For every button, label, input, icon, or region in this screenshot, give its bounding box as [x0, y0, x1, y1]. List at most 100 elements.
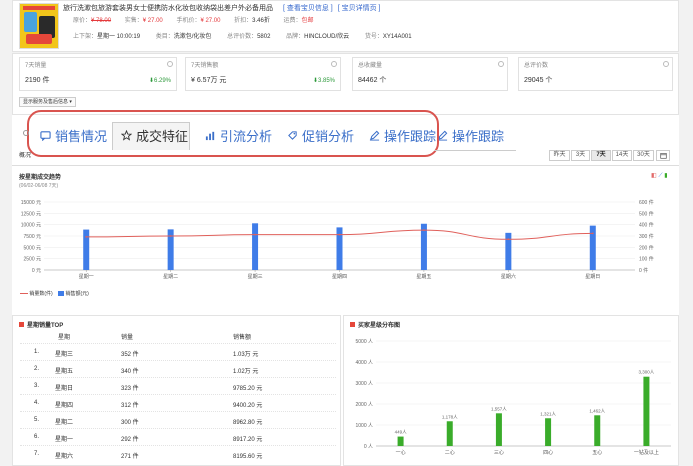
day-cell: 星期六 — [55, 454, 74, 460]
top-table-headers: 星期 销量 销售额 — [20, 330, 336, 342]
column-header-day: 星期 — [58, 335, 71, 341]
chart-zoom-icon[interactable]: ◧ — [651, 173, 657, 179]
refresh-icon[interactable] — [23, 130, 29, 136]
stat-card-change: ⬇6.29% — [148, 78, 171, 84]
amount-cell: 8962.80 元 — [233, 420, 263, 426]
info-icon[interactable] — [498, 61, 504, 67]
stat-card-value: 29045 个 — [524, 77, 553, 84]
range-14-days[interactable]: 14天 — [612, 150, 632, 161]
calendar-icon — [659, 153, 667, 159]
info-icon[interactable] — [663, 61, 669, 67]
table-row[interactable]: 4. 星期四 312 件 9400.20 元 — [20, 394, 336, 411]
service-info-button[interactable]: 显示服务及售后信息 ▾ — [19, 97, 76, 107]
listed-label: 上下架： — [73, 34, 98, 40]
chart-tools[interactable]: ◧ ⟋ ▮ — [651, 172, 668, 180]
range-7-days[interactable]: 7天 — [591, 150, 611, 161]
rank-cell: 4. — [34, 400, 40, 406]
y-tick-label-right: 400 件 — [639, 222, 654, 229]
star-bar — [495, 413, 502, 446]
rank-cell: 7. — [34, 451, 40, 457]
y-tick-label: 5000 人 — [355, 339, 373, 345]
star-bar — [397, 436, 404, 446]
product-title[interactable]: 旅行洗漱包旅游套装男女士便携防水化妆包收纳袋出差户外必备用品 — [63, 5, 273, 12]
paid-price: ¥ 27.00 — [142, 18, 163, 24]
y-tick-label-right: 300 件 — [639, 233, 654, 240]
table-row[interactable]: 6. 星期一 292 件 8917.20 元 — [20, 428, 336, 445]
category-label: 类目： — [155, 34, 174, 40]
table-row[interactable]: 2. 星期五 340 件 1.02万 元 — [20, 360, 336, 377]
day-cell: 星期五 — [55, 369, 74, 375]
volume-cell: 323 件 — [121, 386, 139, 392]
data-label: 1,178人 — [442, 414, 458, 419]
x-tick-label: 星期四 — [332, 274, 347, 280]
info-icon[interactable] — [331, 61, 337, 67]
data-label: 449人 — [395, 430, 408, 435]
tab-highlight-outline — [27, 110, 439, 157]
chart-line-icon[interactable]: ⟋ — [658, 173, 662, 179]
discount-value: 3.46折 — [252, 18, 270, 24]
legend-amount-label[interactable]: 销售额(元) — [66, 291, 89, 297]
x-tick-label: 五心 — [592, 449, 602, 456]
rank-cell: 5. — [34, 417, 40, 423]
sku-value: XY14A001 — [382, 34, 412, 40]
star-bar — [594, 415, 601, 446]
y-tick-label-right: 0 件 — [639, 267, 648, 274]
product-thumbnail[interactable] — [19, 3, 59, 49]
table-row[interactable]: 1. 星期三 352 件 1.03万 元 — [20, 343, 336, 360]
stat-card-title: 7天销量 — [25, 63, 47, 69]
stat-card-title: 总收藏量 — [358, 63, 383, 69]
trend-bar — [589, 225, 596, 270]
category-value: 洗漱包/化妆包 — [173, 34, 212, 40]
x-tick-label: 四心 — [543, 449, 553, 456]
legend-bar-marker — [58, 291, 65, 297]
trend-chart-subtitle: (06/02-06/08 7天) — [19, 183, 59, 189]
overview-label: 概况 — [19, 153, 32, 159]
y-tick-label: 3000 人 — [355, 381, 373, 387]
y-tick-label-left: 0 元 — [32, 268, 41, 274]
chart-bar-icon[interactable]: ▮ — [664, 173, 667, 179]
data-label: 3,300人 — [639, 370, 655, 375]
info-icon[interactable] — [167, 61, 173, 67]
amount-cell: 9785.20 元 — [233, 386, 263, 392]
stat-card-favorites: 总收藏量 84462 个 — [352, 57, 508, 91]
rank-cell: 2. — [34, 366, 40, 372]
volume-cell: 300 件 — [121, 420, 139, 426]
legend-volume-label[interactable]: 销量数(件) — [29, 291, 52, 297]
y-tick-label-left: 15000 元 — [21, 200, 41, 206]
x-tick-label: 一心 — [396, 449, 406, 456]
table-row[interactable]: 3. 星期日 323 件 9785.20 元 — [20, 377, 336, 394]
stat-card-change: ⬇3.85% — [312, 78, 335, 84]
amount-cell: 9400.20 元 — [233, 403, 263, 409]
data-label: 1,462人 — [589, 408, 605, 413]
amount-cell: 8917.20 元 — [233, 437, 263, 443]
y-tick-label-right: 600 件 — [639, 199, 654, 206]
range-30-days[interactable]: 30天 — [633, 150, 654, 161]
view-product-link[interactable]: [ 查看宝贝信息 ] — [283, 5, 333, 12]
range-3-days[interactable]: 3天 — [571, 150, 590, 161]
x-tick-label: 一钻及以上 — [634, 449, 659, 456]
table-row[interactable]: 5. 星期二 300 件 8962.80 元 — [20, 411, 336, 428]
amount-cell: 1.02万 元 — [233, 369, 259, 375]
range-yesterday[interactable]: 昨天 — [549, 150, 570, 161]
volume-cell: 271 件 — [121, 454, 139, 460]
original-price: ¥ 78.00 — [91, 18, 112, 24]
stat-card-value: 84462 个 — [358, 77, 387, 84]
calendar-button[interactable] — [656, 150, 670, 161]
x-tick-label: 二心 — [445, 449, 455, 456]
y-tick-label-left: 2500 元 — [23, 257, 41, 263]
detail-page-link[interactable]: [ 宝贝详情页 ] — [338, 5, 381, 12]
table-icon — [19, 322, 24, 327]
trend-chart: 15000 元 600 件 12500 元 500 件 10000 元 400 件 7500… — [21, 199, 654, 280]
table-row[interactable]: 7. 星期六 271 件 8195.60 元 — [20, 445, 336, 462]
tab-operation-tracking-duplicate[interactable]: 操作跟踪 — [437, 120, 504, 150]
y-tick-label-left: 12500 元 — [21, 211, 41, 217]
y-tick-label-right: 200 件 — [639, 244, 654, 251]
amount-cell: 8195.60 元 — [233, 454, 263, 460]
data-label: 1,321人 — [540, 411, 556, 416]
stat-card-weekly-revenue: 7天销售额 ¥ 6.57万 元 ⬇3.85% — [185, 57, 341, 91]
data-label: 1,557人 — [491, 406, 507, 411]
brand-value: HINCLOUD/欣云 — [304, 34, 350, 40]
price-row: 原价：¥ 78.00 实售：¥ 27.00 手机价：¥ 27.00 折扣：3.4… — [73, 17, 314, 25]
trend-bar — [83, 229, 90, 270]
star-bar — [446, 421, 453, 446]
